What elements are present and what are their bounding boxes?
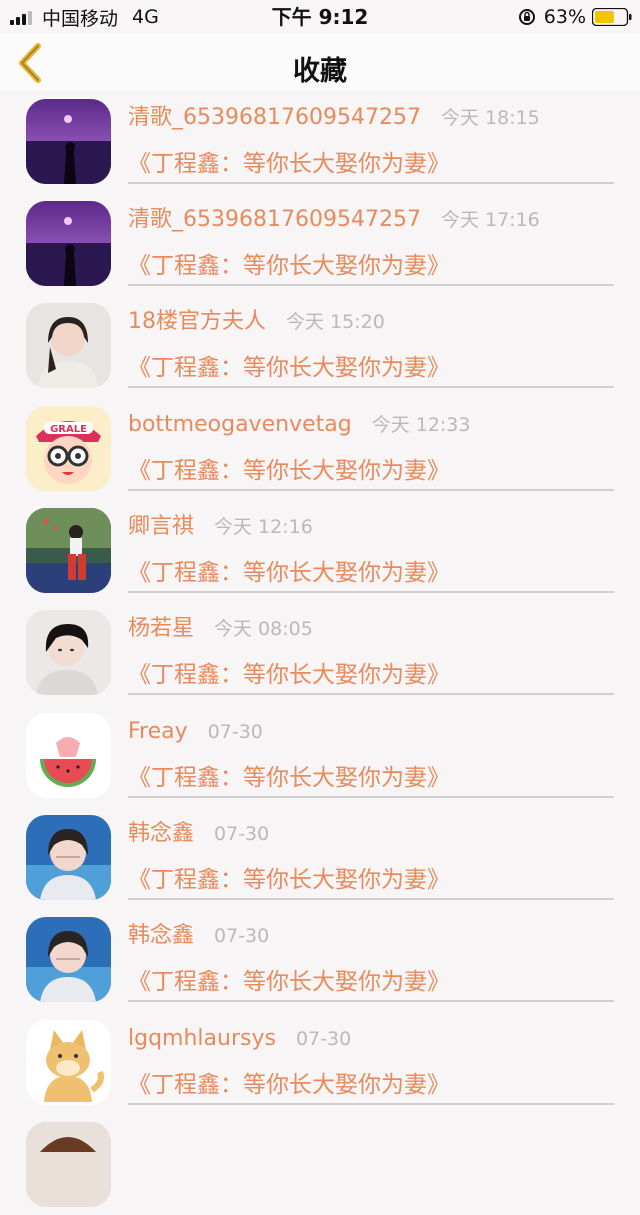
username[interactable]: 卿言祺 今天 12:16 [128,509,313,545]
divider [128,591,614,593]
work-title[interactable]: 《丁程鑫：等你长大娶你为妻》 [128,657,450,693]
status-right: 63% [518,5,632,29]
work-title[interactable]: 《丁程鑫：等你长大娶你为妻》 [128,862,450,898]
username[interactable]: 韩念鑫 07-30 [128,816,269,852]
list-item[interactable]: 清歌_65396817609547257 今天 18:15 《丁程鑫：等你长大娶你… [0,90,640,192]
divider [128,1000,614,1002]
work-title[interactable]: 《丁程鑫：等你长大娶你为妻》 [128,146,450,182]
battery-icon [592,8,632,26]
username[interactable]: Freay 07-30 [128,714,263,750]
avatar[interactable] [26,917,111,1002]
list-item[interactable]: 韩念鑫 07-30 《丁程鑫：等你长大娶你为妻》 [0,908,640,1010]
username-text[interactable]: 清歌_65396817609547257 [128,105,421,130]
list-item[interactable]: 清歌_65396817609547257 今天 17:16 《丁程鑫：等你长大娶你… [0,192,640,294]
username-text[interactable]: 韩念鑫 [128,821,194,846]
avatar[interactable] [26,99,111,184]
divider [128,386,614,388]
work-title[interactable]: 《丁程鑫：等你长大娶你为妻》 [128,248,450,284]
username[interactable]: lgqmhlaursys 07-30 [128,1021,351,1057]
work-title[interactable]: 《丁程鑫：等你长大娶你为妻》 [128,350,450,386]
list-item[interactable]: Freay 07-30 《丁程鑫：等你长大娶你为妻》 [0,704,640,806]
nav-bar: 收藏 [0,34,640,90]
avatar[interactable] [26,610,111,695]
avatar[interactable] [26,508,111,593]
avatar[interactable] [26,1122,111,1207]
divider [128,1103,614,1105]
list-item[interactable]: 杨若星 今天 08:05 《丁程鑫：等你长大娶你为妻》 [0,601,640,703]
username[interactable]: bottmeogavenvetag 今天 12:33 [128,407,470,443]
work-title[interactable]: 《丁程鑫：等你长大娶你为妻》 [128,760,450,796]
divider [128,284,614,286]
work-title[interactable]: 《丁程鑫：等你长大娶你为妻》 [128,453,450,489]
divider [128,693,614,695]
username-text[interactable]: 清歌_65396817609547257 [128,207,421,232]
timestamp: 今天 15:20 [286,311,385,333]
timestamp: 今天 12:16 [214,516,313,538]
username[interactable]: 杨若星 今天 08:05 [128,611,313,647]
avatar[interactable] [26,303,111,388]
svg-text:GRALE: GRALE [50,424,87,435]
divider [128,489,614,491]
rotation-lock-icon [518,9,535,25]
list-item[interactable]: lgqmhlaursys 07-30 《丁程鑫：等你长大娶你为妻》 [0,1011,640,1113]
username-text[interactable]: 杨若星 [128,616,194,641]
username-text[interactable]: Freay [128,719,188,744]
list-item[interactable]: 韩念鑫 07-30 《丁程鑫：等你长大娶你为妻》 [0,806,640,908]
avatar[interactable]: GRALE [26,406,111,491]
page-title: 收藏 [293,56,347,87]
list-item[interactable]: 卿言祺 今天 12:16 《丁程鑫：等你长大娶你为妻》 [0,499,640,601]
timestamp: 07-30 [214,823,270,845]
timestamp: 今天 12:33 [371,414,471,436]
timestamp: 07-30 [214,925,270,947]
timestamp: 今天 08:05 [214,618,313,640]
username[interactable]: 清歌_65396817609547257 今天 18:15 [128,100,540,136]
timestamp: 07-30 [207,721,263,743]
username-text[interactable]: bottmeogavenvetag [128,412,352,437]
username[interactable]: 18楼官方夫人 今天 15:20 [128,304,385,340]
work-title[interactable]: 《丁程鑫：等你长大娶你为妻》 [128,1067,450,1103]
timestamp: 07-30 [295,1028,352,1050]
avatar[interactable] [26,1020,111,1105]
list-item-partial[interactable] [0,1113,640,1215]
work-title[interactable]: 《丁程鑫：等你长大娶你为妻》 [128,555,450,591]
timestamp: 今天 17:16 [440,209,540,231]
username-text[interactable]: 韩念鑫 [128,923,194,948]
divider [128,898,614,900]
divider [128,182,614,184]
avatar[interactable] [26,201,111,286]
status-bar: 中国移动 4G 下午 9:12 63% [0,0,640,34]
battery-percent: 63% [543,6,586,28]
username[interactable]: 韩念鑫 07-30 [128,918,269,954]
list-item[interactable]: 18楼官方夫人 今天 15:20 《丁程鑫：等你长大娶你为妻》 [0,294,640,396]
divider [128,796,614,798]
username-text[interactable]: lgqmhlaursys [128,1026,276,1051]
username-text[interactable]: 18楼官方夫人 [128,309,266,334]
username[interactable]: 清歌_65396817609547257 今天 17:16 [128,202,540,238]
avatar[interactable] [26,713,111,798]
avatar[interactable] [26,815,111,900]
list-item[interactable]: GRALE bottmeogavenvetag 今天 12:33 《丁程鑫：等你长… [0,397,640,499]
username-text[interactable]: 卿言祺 [128,514,194,539]
timestamp: 今天 18:15 [440,107,540,129]
work-title[interactable]: 《丁程鑫：等你长大娶你为妻》 [128,964,450,1000]
